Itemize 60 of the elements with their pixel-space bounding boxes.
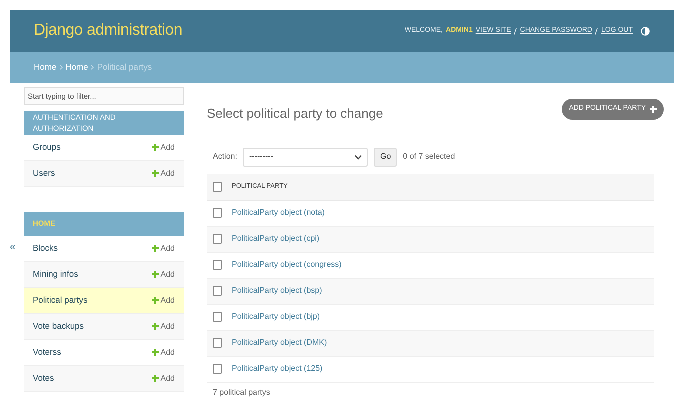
model-link[interactable]: Users <box>33 167 56 180</box>
plus-icon <box>152 271 159 278</box>
add-link[interactable]: Add <box>152 268 175 280</box>
model-row[interactable]: Users Add <box>24 161 184 187</box>
model-link[interactable]: Blocks <box>33 242 58 255</box>
model-row[interactable]: Mining infos Add <box>24 262 184 288</box>
model-link[interactable]: Vote backups <box>33 320 84 333</box>
add-link[interactable]: Add <box>152 372 175 384</box>
model-link[interactable]: Mining infos <box>33 268 78 281</box>
plus-icon <box>152 297 159 304</box>
checkbox[interactable] <box>213 312 222 322</box>
checkbox[interactable] <box>213 208 222 218</box>
model-row[interactable]: Political partys Add <box>24 288 184 314</box>
add-link[interactable]: Add <box>152 320 175 332</box>
add-link[interactable]: Add <box>152 142 175 154</box>
chevron-right-icon <box>91 65 94 70</box>
plus-icon <box>152 245 159 252</box>
page-title: Select political party to change <box>207 105 384 123</box>
add-link[interactable]: Add <box>152 242 175 254</box>
model-link[interactable]: Voterss <box>33 346 62 359</box>
object-link[interactable]: PoliticalParty object (congress) <box>232 259 342 271</box>
action-label: Action: <box>213 151 238 163</box>
model-row[interactable]: Vote backups Add <box>24 314 184 340</box>
breadcrumb-current: Political partys <box>97 61 152 74</box>
model-link[interactable]: Political partys <box>33 294 88 307</box>
checkbox[interactable] <box>213 286 222 296</box>
plus-icon <box>650 106 657 113</box>
object-link[interactable]: PoliticalParty object (bsp) <box>232 285 322 297</box>
plus-icon <box>152 170 159 177</box>
slash-separator-icon <box>595 28 598 34</box>
checkbox[interactable] <box>213 338 222 348</box>
add-link[interactable]: Add <box>152 346 175 358</box>
chevron-down-icon <box>355 154 362 160</box>
action-select[interactable]: --------- <box>243 148 368 166</box>
add-link[interactable]: Add <box>152 168 175 180</box>
result-count: 7 political partys <box>212 388 272 398</box>
checkbox[interactable] <box>213 182 222 192</box>
theme-toggle-icon[interactable] <box>641 26 650 36</box>
chevron-right-icon <box>60 65 63 70</box>
selection-counter: 0 of 7 selected <box>403 151 456 163</box>
model-link[interactable]: Groups <box>33 141 61 154</box>
plus-icon <box>152 349 159 356</box>
model-row[interactable]: Votes Add <box>24 366 184 392</box>
object-link[interactable]: PoliticalParty object (125) <box>232 363 323 375</box>
object-link[interactable]: PoliticalParty object (bjp) <box>232 311 320 323</box>
site-title[interactable]: Django administration <box>34 19 182 43</box>
plus-icon <box>152 375 159 382</box>
object-link[interactable]: PoliticalParty object (DMK) <box>232 337 328 349</box>
object-link[interactable]: PoliticalParty object (nota) <box>232 207 325 219</box>
checkbox[interactable] <box>213 364 222 374</box>
collapse-sidebar-button[interactable]: « <box>10 240 16 254</box>
checkbox[interactable] <box>213 234 222 244</box>
add-link[interactable]: Add <box>152 294 175 306</box>
plus-icon <box>152 323 159 330</box>
model-link[interactable]: Votes <box>33 372 54 385</box>
object-link[interactable]: PoliticalParty object (cpi) <box>232 233 320 245</box>
checkbox[interactable] <box>213 260 222 270</box>
go-button[interactable]: Go <box>374 148 398 166</box>
slash-separator-icon <box>514 28 518 34</box>
plus-icon <box>152 144 159 151</box>
